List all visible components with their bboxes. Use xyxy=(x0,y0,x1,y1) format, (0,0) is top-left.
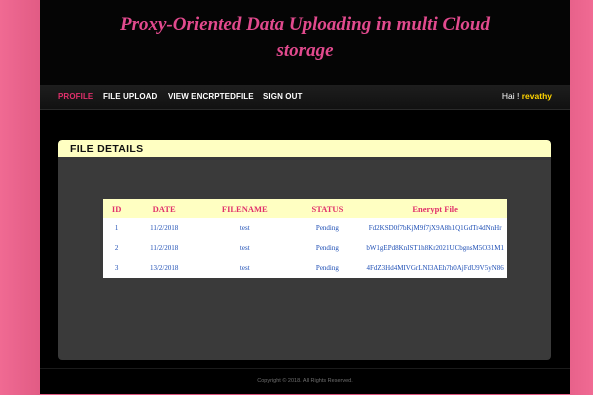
nav-profile[interactable]: PROFILE xyxy=(58,92,93,101)
nav-sign-out[interactable]: SIGN OUT xyxy=(263,92,302,101)
panel-title: FILE DETAILS xyxy=(58,140,551,157)
col-header-filename: FILENAME xyxy=(198,199,292,218)
table-header-row: ID DATE FILENAME STATUS Enerypt File xyxy=(103,199,507,218)
col-header-date: DATE xyxy=(130,199,199,218)
col-header-id: ID xyxy=(103,199,131,218)
copyright-footer: Copyright © 2018. All Rights Reserved. xyxy=(40,368,570,395)
page-shell: Proxy-Oriented Data Uploading in multi C… xyxy=(40,0,570,394)
cell-encrypted-file: bW1gEPd8KnIST1h8Kr2021UCbgnsM5O31M1 xyxy=(366,244,504,252)
table-row: 3 13/2/2018 test Pending 4FdZ3Hd4MIVGrLN… xyxy=(103,258,507,278)
cell-status: Pending xyxy=(315,224,339,232)
cell-filename: test xyxy=(239,224,250,232)
cell-date: 13/2/2018 xyxy=(149,264,179,272)
main-nav: PROFILE FILE UPLOAD VIEW ENCRPTEDFILE SI… xyxy=(40,85,570,110)
cell-encrypted-file: 4FdZ3Hd4MIVGrLNI3AEh7h0AjFdU9V5yN86 xyxy=(366,264,504,272)
file-details-panel: FILE DETAILS ID DATE FILENAME STATUS Ene… xyxy=(58,140,551,360)
greeting-prefix: Hai ! xyxy=(501,91,522,101)
cell-encrypted-file: Fd2KSD0f7bKjM9f7jX9A8h1Q1GdTr4dNnHr xyxy=(368,224,502,232)
cell-id: 1 xyxy=(114,224,119,232)
col-header-status: STATUS xyxy=(291,199,364,218)
nav-file-upload[interactable]: FILE UPLOAD xyxy=(103,92,157,101)
site-header: Proxy-Oriented Data Uploading in multi C… xyxy=(40,0,570,85)
table-row: 1 11/2/2018 test Pending Fd2KSD0f7bKjM9f… xyxy=(103,218,507,238)
cell-id: 3 xyxy=(114,264,119,272)
cell-status: Pending xyxy=(315,264,339,272)
cell-date: 11/2/2018 xyxy=(150,224,179,232)
site-title: Proxy-Oriented Data Uploading in multi C… xyxy=(119,14,490,61)
cell-status: Pending xyxy=(315,244,339,252)
nav-view-encrypted-file[interactable]: VIEW ENCRPTEDFILE xyxy=(168,92,254,101)
cell-filename: test xyxy=(239,244,250,252)
user-greeting: Hai ! revathy xyxy=(502,91,552,101)
username: revathy xyxy=(521,91,552,101)
cell-date: 11/2/2018 xyxy=(150,244,179,252)
cell-id: 2 xyxy=(114,244,119,252)
cell-filename: test xyxy=(239,264,250,272)
file-table: ID DATE FILENAME STATUS Enerypt File 1 1… xyxy=(103,199,507,278)
col-header-encrypt-file: Enerypt File xyxy=(363,199,507,218)
table-row: 2 11/2/2018 test Pending bW1gEPd8KnIST1h… xyxy=(103,238,507,258)
